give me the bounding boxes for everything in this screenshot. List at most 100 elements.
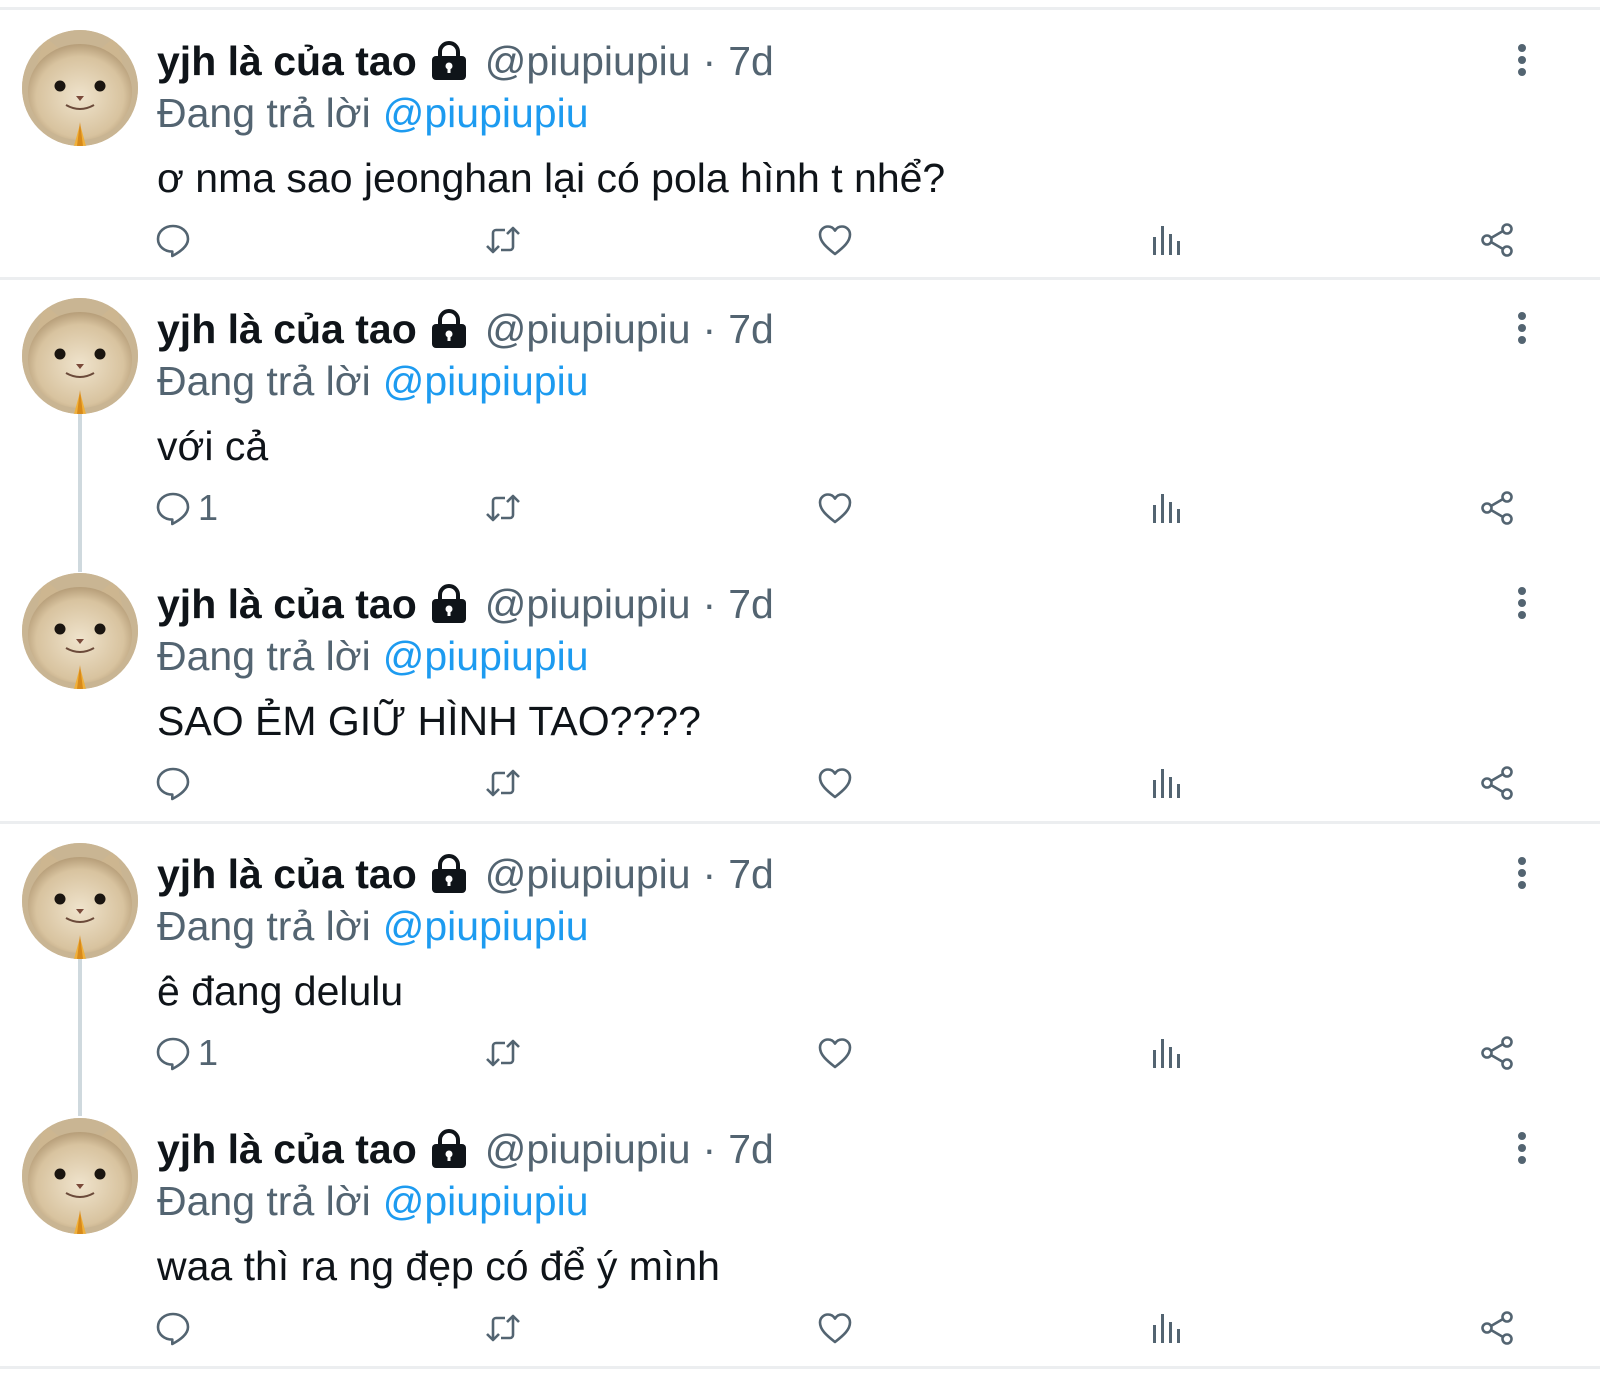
retweet-button[interactable] xyxy=(484,1030,522,1076)
reply-button[interactable] xyxy=(154,217,198,263)
more-vertical-icon xyxy=(1518,587,1526,619)
replying-label: Đang trả lời xyxy=(157,1178,371,1224)
mention-link[interactable]: @piupiupiu xyxy=(383,903,589,949)
user-handle[interactable]: @piupiupiu xyxy=(485,36,691,86)
display-name[interactable]: yjh là của tao xyxy=(157,849,417,899)
cat-avatar-icon xyxy=(22,573,138,689)
cat-avatar-icon xyxy=(22,843,138,959)
share-icon xyxy=(1481,766,1513,800)
mention-link[interactable]: @piupiupiu xyxy=(383,90,589,136)
share-icon xyxy=(1481,223,1513,257)
heart-icon xyxy=(818,493,852,524)
retweet-icon xyxy=(486,494,520,522)
like-button[interactable] xyxy=(816,1030,854,1076)
tweet-text: SAO ẺM GIỮ HÌNH TAO???? xyxy=(157,698,701,744)
tweet-text: waa thì ra ng đẹp có để ý mình xyxy=(157,1243,720,1289)
avatar[interactable] xyxy=(22,843,138,959)
like-button[interactable] xyxy=(816,217,854,263)
heart-icon xyxy=(818,225,852,256)
share-icon xyxy=(1481,1311,1513,1345)
reply-icon xyxy=(156,1312,190,1346)
views-icon xyxy=(1153,1039,1180,1068)
like-button[interactable] xyxy=(816,485,854,531)
avatar[interactable] xyxy=(22,1118,138,1234)
replying-label: Đang trả lời xyxy=(157,90,371,136)
more-vertical-icon xyxy=(1518,857,1526,889)
user-handle[interactable]: @piupiupiu xyxy=(485,304,691,354)
user-handle[interactable]: @piupiupiu xyxy=(485,849,691,899)
lock-icon xyxy=(427,307,471,351)
views-icon xyxy=(1153,494,1180,523)
share-button[interactable] xyxy=(1478,217,1516,263)
tweet-header: yjh là của tao @piupiupiu · 7d xyxy=(157,304,774,354)
user-handle[interactable]: @piupiupiu xyxy=(485,579,691,629)
reply-count: 1 xyxy=(198,1032,219,1073)
more-vertical-icon xyxy=(1518,1132,1526,1164)
replying-to: Đang trả lời @piupiupiu xyxy=(157,1175,589,1227)
share-button[interactable] xyxy=(1478,760,1516,806)
views-button[interactable] xyxy=(1147,760,1185,806)
timestamp[interactable]: 7d xyxy=(728,1124,774,1174)
replying-to: Đang trả lời @piupiupiu xyxy=(157,900,589,952)
share-icon xyxy=(1481,491,1513,525)
cat-avatar-icon xyxy=(22,298,138,414)
reply-icon xyxy=(156,767,190,801)
heart-icon xyxy=(818,768,852,799)
timestamp[interactable]: 7d xyxy=(728,849,774,899)
more-options-button[interactable] xyxy=(1507,40,1537,80)
reply-count: 1 xyxy=(198,487,219,528)
timestamp[interactable]: 7d xyxy=(728,36,774,86)
action-bar xyxy=(0,217,1600,263)
reply-icon xyxy=(156,1037,190,1071)
reply-button[interactable] xyxy=(154,760,198,806)
avatar[interactable] xyxy=(22,30,138,146)
more-options-button[interactable] xyxy=(1507,1128,1537,1168)
views-button[interactable] xyxy=(1147,217,1185,263)
like-button[interactable] xyxy=(816,760,854,806)
retweet-button[interactable] xyxy=(484,760,522,806)
avatar[interactable] xyxy=(22,298,138,414)
avatar[interactable] xyxy=(22,573,138,689)
mention-link[interactable]: @piupiupiu xyxy=(383,358,589,404)
share-button[interactable] xyxy=(1478,1030,1516,1076)
share-button[interactable] xyxy=(1478,1305,1516,1351)
like-button[interactable] xyxy=(816,1305,854,1351)
divider xyxy=(0,7,1600,10)
tweet-header: yjh là của tao @piupiupiu · 7d xyxy=(157,849,774,899)
retweet-button[interactable] xyxy=(484,485,522,531)
tweet-text: ơ nma sao jeonghan lại có pola hình t nh… xyxy=(157,155,946,201)
divider xyxy=(0,1366,1600,1369)
action-bar: 1 xyxy=(0,485,1600,531)
more-options-button[interactable] xyxy=(1507,853,1537,893)
lock-icon xyxy=(427,39,471,83)
retweet-icon xyxy=(486,1314,520,1342)
reply-button[interactable]: 1 xyxy=(154,485,218,531)
views-button[interactable] xyxy=(1147,1305,1185,1351)
separator-dot: · xyxy=(702,38,717,84)
action-bar xyxy=(0,760,1600,806)
views-button[interactable] xyxy=(1147,1030,1185,1076)
separator-dot: · xyxy=(702,306,717,352)
more-options-button[interactable] xyxy=(1507,308,1537,348)
replying-label: Đang trả lời xyxy=(157,358,371,404)
reply-button[interactable] xyxy=(154,1305,198,1351)
tweet-header: yjh là của tao @piupiupiu · 7d xyxy=(157,1124,774,1174)
replying-to: Đang trả lời @piupiupiu xyxy=(157,355,589,407)
timestamp[interactable]: 7d xyxy=(728,579,774,629)
share-button[interactable] xyxy=(1478,485,1516,531)
retweet-button[interactable] xyxy=(484,1305,522,1351)
mention-link[interactable]: @piupiupiu xyxy=(383,1178,589,1224)
reply-button[interactable]: 1 xyxy=(154,1030,218,1076)
mention-link[interactable]: @piupiupiu xyxy=(383,633,589,679)
retweet-button[interactable] xyxy=(484,217,522,263)
display-name[interactable]: yjh là của tao xyxy=(157,304,417,354)
display-name[interactable]: yjh là của tao xyxy=(157,579,417,629)
display-name[interactable]: yjh là của tao xyxy=(157,1124,417,1174)
views-button[interactable] xyxy=(1147,485,1185,531)
views-icon xyxy=(1153,226,1180,255)
display-name[interactable]: yjh là của tao xyxy=(157,36,417,86)
more-options-button[interactable] xyxy=(1507,583,1537,623)
timestamp[interactable]: 7d xyxy=(728,304,774,354)
user-handle[interactable]: @piupiupiu xyxy=(485,1124,691,1174)
separator-dot: · xyxy=(702,851,717,897)
